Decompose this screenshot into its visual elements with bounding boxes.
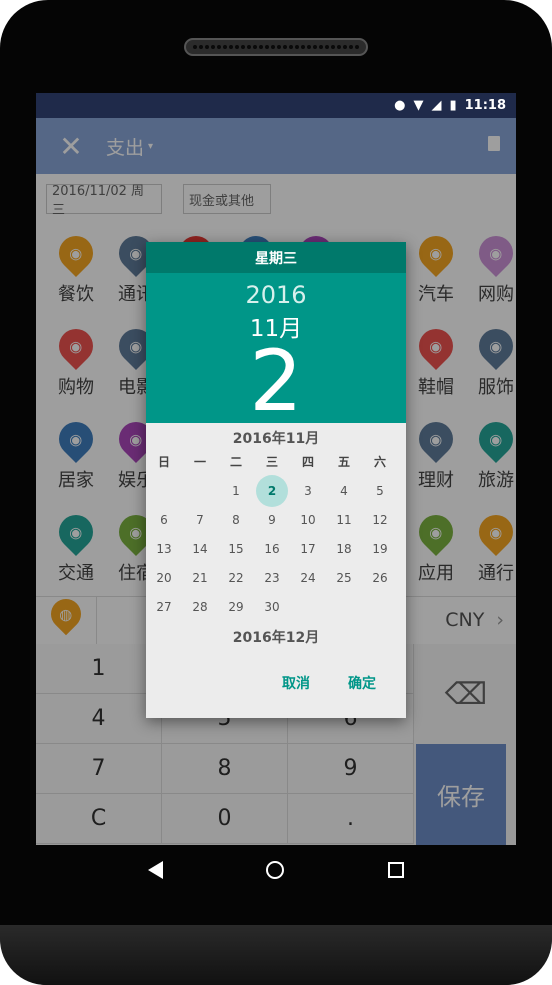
day-cell[interactable]: 23 [254, 571, 290, 585]
dialog-actions: 取消 确定 [146, 648, 406, 718]
day-cell[interactable]: 3 [290, 484, 326, 498]
cancel-button[interactable]: 取消 [282, 673, 310, 693]
next-month-title: 2016年12月 [232, 630, 320, 646]
year-selector[interactable]: 2016 [146, 273, 406, 309]
week-row: 6 7 8 9 10 11 12 [146, 505, 406, 534]
month-title: 2016年11月 [232, 431, 320, 447]
week-row: 27 28 29 30 [146, 592, 406, 621]
weekday-label: 一 [193, 455, 206, 469]
day-cell[interactable]: 5 [362, 484, 398, 498]
day-cell[interactable]: 30 [254, 600, 290, 614]
date-picker-dialog: 星期三 2016 11月 2 2016年11月 日一二三四五六 12345678… [146, 242, 406, 718]
status-time: 11:18 [464, 98, 506, 113]
back-icon[interactable] [147, 861, 163, 879]
day-cell[interactable]: 14 [182, 542, 218, 556]
day-cell[interactable]: 4 [326, 484, 362, 498]
day-cell[interactable]: 24 [290, 571, 326, 585]
header-day: 2 [249, 332, 303, 430]
weekday-label: 二 [229, 455, 242, 469]
signal-icon: ◢ [431, 98, 442, 113]
home-icon[interactable] [266, 861, 285, 879]
day-cell[interactable]: 28 [182, 600, 218, 614]
day-cell[interactable]: 6 [146, 513, 182, 527]
weekday-label: 六 [373, 455, 386, 469]
date-header: 2016 11月 2 [146, 273, 406, 423]
weekday-label: 日 [157, 455, 170, 469]
day-cell[interactable]: 29 [218, 600, 254, 614]
day-cell[interactable]: 8 [218, 513, 254, 527]
weekday-row: 日一二三四五六 [146, 447, 406, 476]
day-cell[interactable]: 18 [326, 542, 362, 556]
phone-chin [0, 925, 552, 985]
day-cell[interactable]: 19 [362, 542, 398, 556]
weekday-label: 四 [301, 455, 314, 469]
day-cell[interactable]: 26 [362, 571, 398, 585]
day-cell[interactable]: 13 [146, 542, 182, 556]
day-cell[interactable]: 12 [362, 513, 398, 527]
day-cell[interactable]: 27 [146, 600, 182, 614]
screen: ● ▼ ◢ ▮ 11:18 ✕ 支出 ▾ 2016/11/02 周三 现金或其他… [36, 93, 516, 845]
day-cell[interactable]: 22 [218, 571, 254, 585]
day-cell[interactable]: 21 [182, 571, 218, 585]
ok-button[interactable]: 确定 [348, 673, 376, 693]
day-cell[interactable]: 9 [254, 513, 290, 527]
earpiece-speaker [184, 38, 368, 56]
day-cell[interactable]: 1 [218, 484, 254, 498]
week-row: 12345 [146, 474, 406, 507]
weekday-label: 五 [337, 455, 350, 469]
wifi-icon: ▼ [413, 98, 424, 113]
weekday-header: 星期三 [146, 242, 406, 273]
recents-icon[interactable] [388, 862, 405, 878]
status-bar: ● ▼ ◢ ▮ 11:18 [36, 93, 516, 118]
day-cell[interactable]: 16 [254, 542, 290, 556]
week-row: 20 21 22 23 24 25 26 [146, 563, 406, 592]
day-cell[interactable]: 25 [326, 571, 362, 585]
day-cell[interactable]: 20 [146, 571, 182, 585]
navigation-bar [36, 845, 516, 895]
weekday-label: 三 [265, 455, 278, 469]
day-cell[interactable]: 11 [326, 513, 362, 527]
day-cell[interactable]: 2 [254, 474, 290, 507]
calendar-list[interactable]: 2016年11月 日一二三四五六 1 2 3 4 5 6 7 8 9 10 11 12 13 14 15 16… [146, 423, 406, 648]
battery-icon: ▮ [449, 98, 457, 113]
day-cell[interactable]: 17 [290, 542, 326, 556]
day-cell[interactable]: 10 [290, 513, 326, 527]
day-cell[interactable]: 15 [218, 542, 254, 556]
location-icon: ● [394, 98, 406, 113]
week-row: 13 14 15 16 17 18 19 [146, 534, 406, 563]
day-cell[interactable]: 7 [182, 513, 218, 527]
